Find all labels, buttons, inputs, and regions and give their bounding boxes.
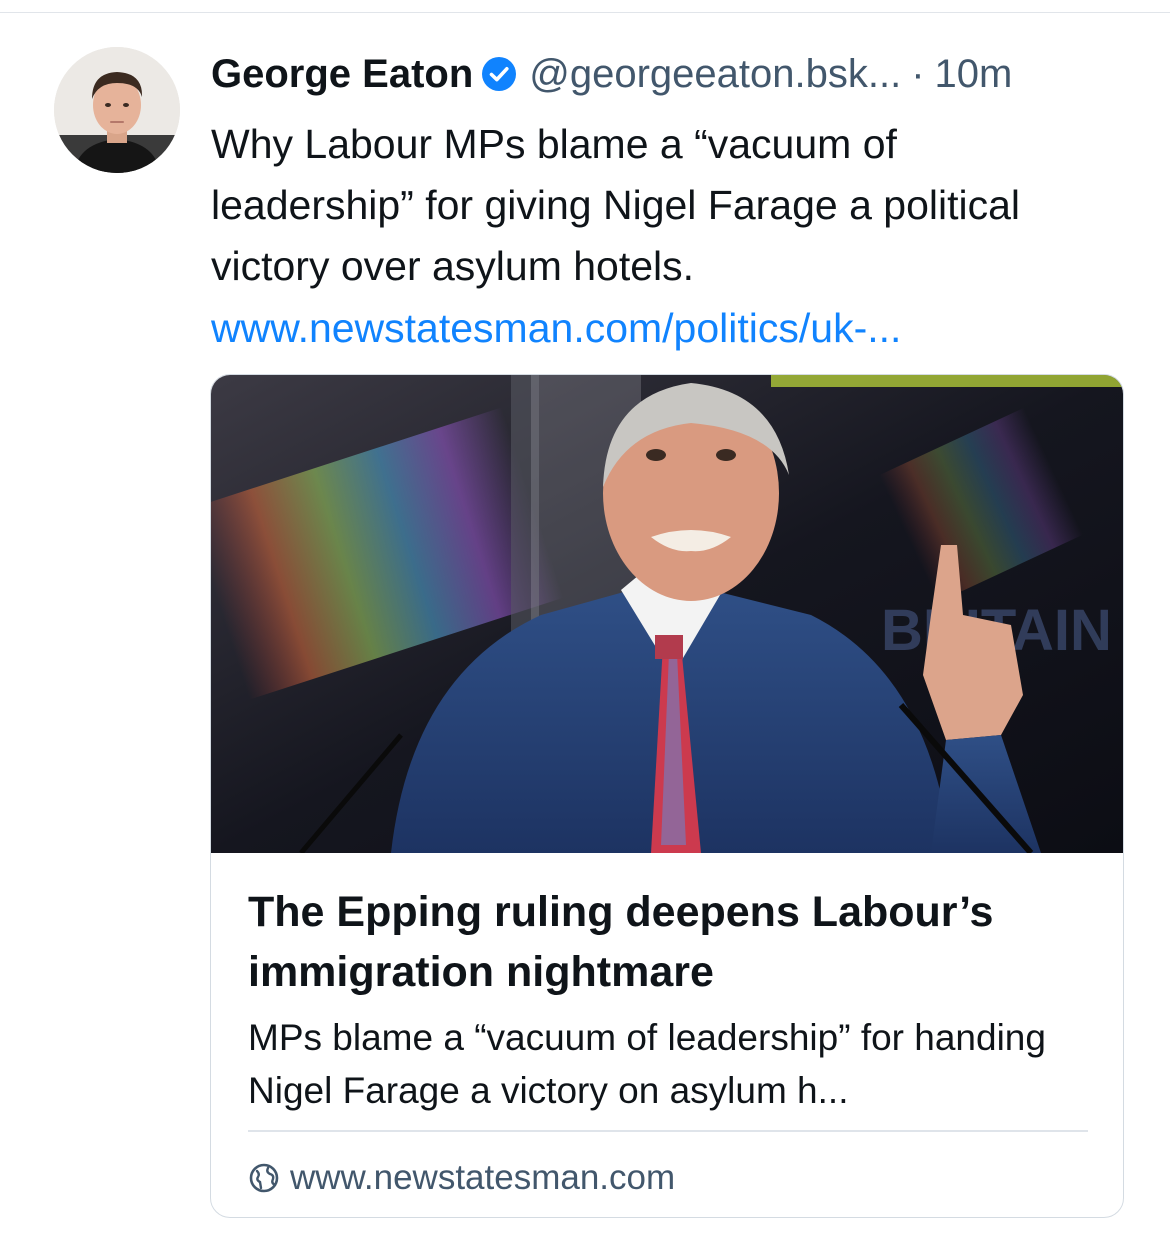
- separator-dot: ·: [911, 51, 925, 96]
- top-divider: [0, 12, 1170, 13]
- card-description: MPs blame a “vacuum of leadership” for h…: [248, 1017, 1046, 1111]
- avatar[interactable]: [54, 47, 180, 173]
- card-image[interactable]: BRITAIN: [211, 375, 1123, 853]
- post-header: George Eaton @georgeeaton.bsk... · 10m: [211, 48, 1141, 100]
- verified-badge-icon: [481, 56, 517, 92]
- author-handle[interactable]: @georgeeaton.bsk...: [529, 52, 901, 97]
- post-timestamp[interactable]: 10m: [935, 52, 1013, 97]
- card-domain: www.newstatesman.com: [290, 1158, 676, 1197]
- card-domain-row[interactable]: www.newstatesman.com: [248, 1153, 675, 1203]
- link-preview-card[interactable]: BRITAIN The Epping ruling deepens Labour…: [210, 374, 1124, 1218]
- author-name[interactable]: George Eaton: [211, 52, 473, 97]
- card-divider: [248, 1130, 1088, 1132]
- card-title[interactable]: The Epping ruling deepens Labour’s immig…: [248, 882, 1088, 1002]
- globe-icon: [248, 1162, 280, 1194]
- post-text: Why Labour MPs blame a “vacuum of leader…: [211, 121, 1021, 289]
- post-link[interactable]: www.newstatesman.com/politics/uk-...: [211, 298, 1111, 359]
